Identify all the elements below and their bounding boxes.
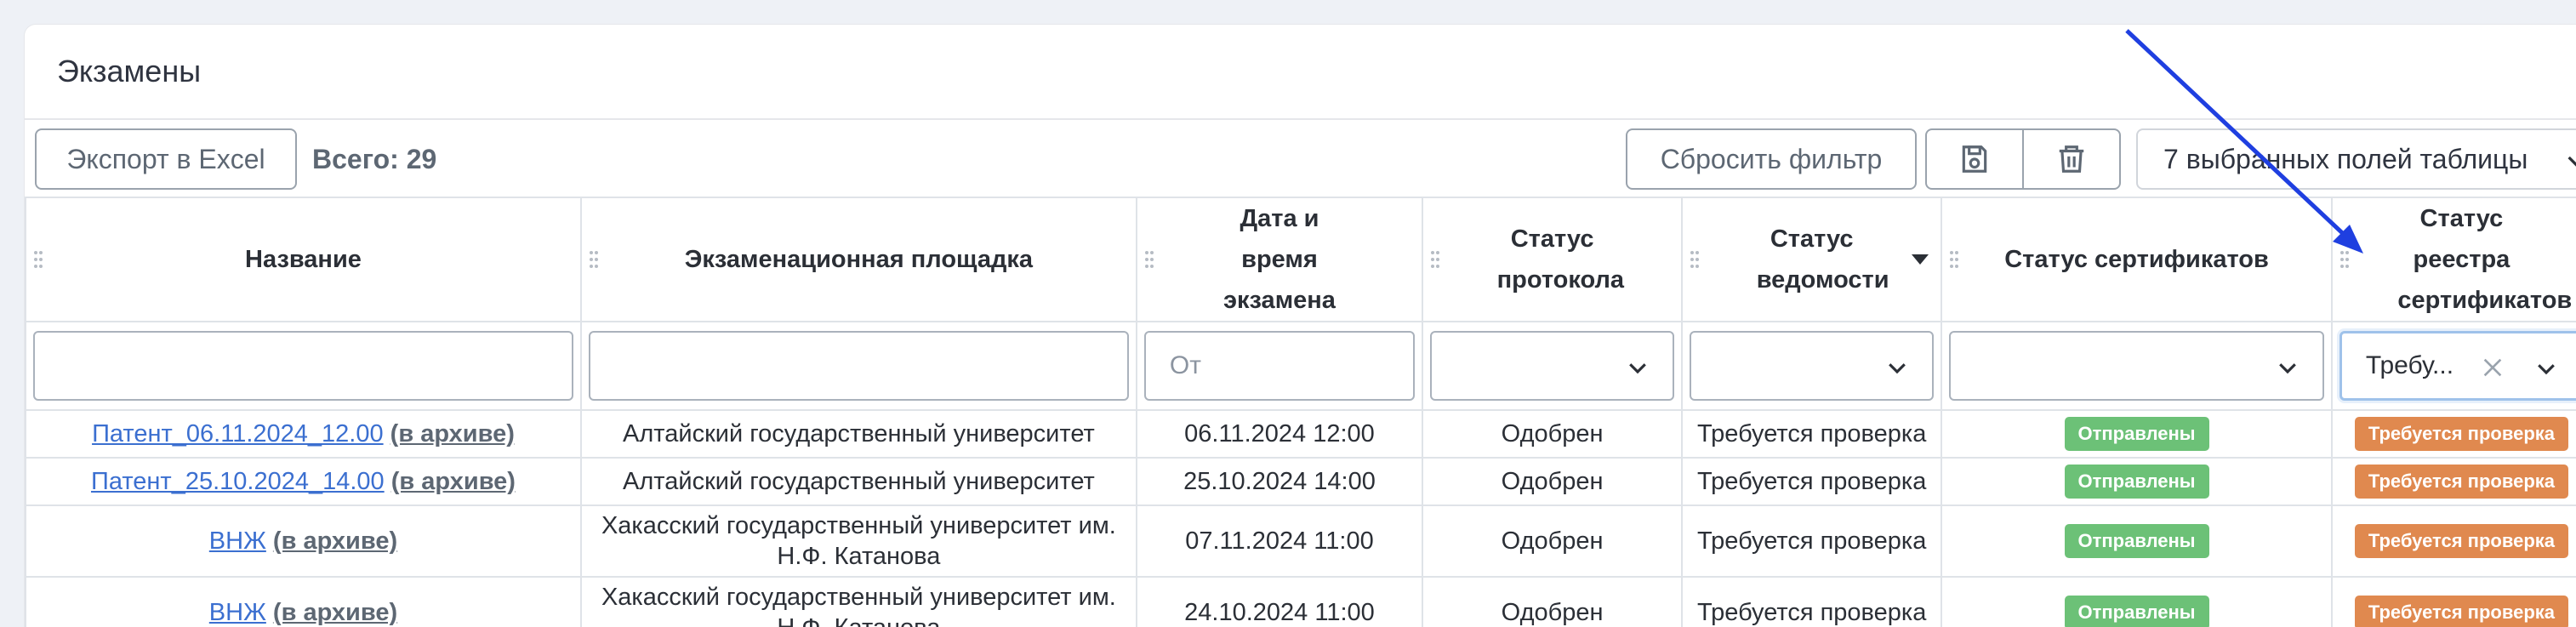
annotation-arrow [2125, 29, 2363, 254]
